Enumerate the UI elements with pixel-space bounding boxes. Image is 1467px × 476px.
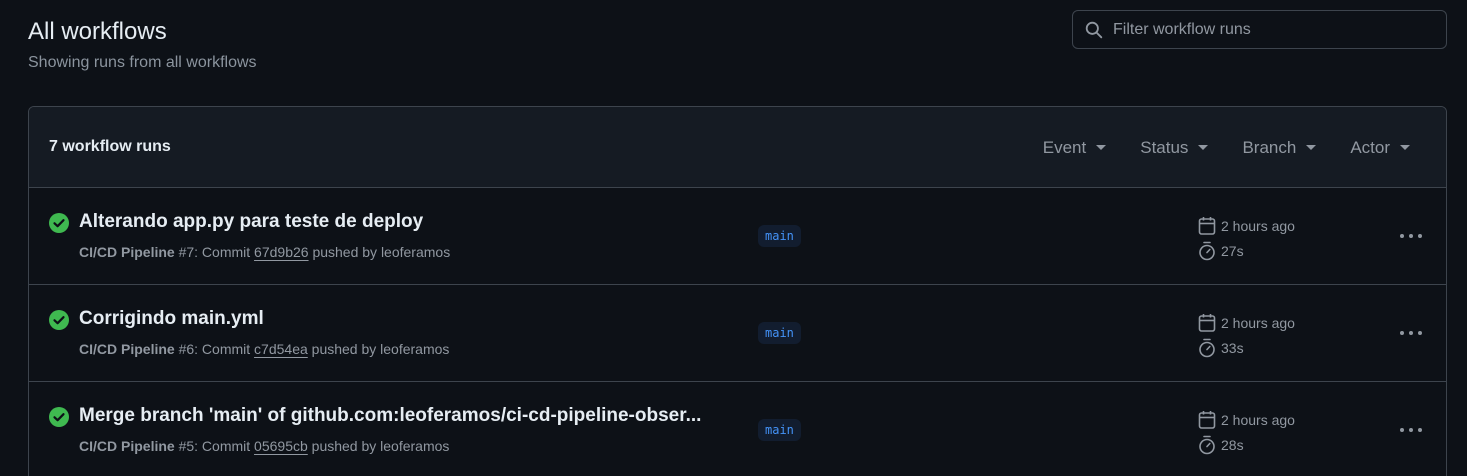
branch-label[interactable]: main — [758, 322, 801, 344]
run-duration: 27s — [1198, 241, 1244, 261]
pushed-by: pushed by leoferamos — [307, 438, 450, 454]
filter-runs-input[interactable] — [1113, 20, 1433, 39]
run-duration-text: 28s — [1221, 437, 1244, 453]
page-subtitle: Showing runs from all workflows — [28, 54, 257, 71]
workflow-run-row[interactable]: Corrigindo main.yml CI/CD Pipeline #6: C… — [29, 285, 1446, 382]
runs-count: 7 workflow runs — [49, 138, 171, 155]
run-meta: CI/CD Pipeline #5: Commit 05695cb pushed… — [79, 438, 449, 454]
run-duration-text: 27s — [1221, 243, 1244, 259]
chevron-down-icon — [1096, 145, 1107, 150]
kebab-icon[interactable] — [1399, 329, 1423, 337]
filter-box[interactable] — [1072, 10, 1447, 49]
kebab-icon[interactable] — [1399, 426, 1423, 434]
commit-sha-link[interactable]: 67d9b26 — [254, 244, 309, 260]
commit-sha-link[interactable]: 05695cb — [254, 438, 308, 454]
event-filter-label: Event — [1042, 137, 1087, 157]
run-time-text: 2 hours ago — [1221, 315, 1295, 331]
actor-filter-label: Actor — [1350, 137, 1390, 157]
check-circle-icon — [49, 407, 69, 427]
stopwatch-icon — [1199, 338, 1215, 358]
commit-prefix: : Commit — [194, 438, 255, 454]
event-filter-button[interactable]: Event — [1042, 137, 1107, 158]
calendar-icon — [1198, 314, 1216, 332]
workflow-runs-page: All workflows Showing runs from all work… — [0, 0, 1467, 476]
workflow-name: CI/CD Pipeline — [79, 438, 175, 454]
run-duration: 33s — [1198, 338, 1244, 358]
calendar-icon — [1198, 217, 1216, 235]
run-time-text: 2 hours ago — [1221, 412, 1295, 428]
commit-prefix: : Commit — [194, 244, 255, 260]
workflow-runs-list: 7 workflow runs Event Status Branch Acto… — [28, 106, 1447, 476]
run-meta: CI/CD Pipeline #7: Commit 67d9b26 pushed… — [79, 244, 450, 260]
calendar-icon — [1198, 411, 1216, 429]
run-time: 2 hours ago — [1198, 216, 1295, 236]
chevron-down-icon — [1306, 145, 1317, 150]
run-title-link[interactable]: Corrigindo main.yml — [79, 308, 264, 330]
run-number: #6 — [178, 341, 195, 357]
workflow-run-row[interactable]: Alterando app.py para teste de deploy CI… — [29, 188, 1446, 285]
actor-filter-button[interactable]: Actor — [1350, 138, 1410, 158]
pushed-by: pushed by leoferamos — [308, 244, 451, 260]
run-time: 2 hours ago — [1198, 313, 1295, 333]
check-circle-icon — [49, 213, 69, 233]
search-icon — [1085, 21, 1103, 38]
workflow-run-row[interactable]: Merge branch 'main' of github.com:leofer… — [29, 382, 1446, 476]
run-duration: 28s — [1198, 435, 1244, 455]
status-filter-button[interactable]: Status — [1140, 137, 1209, 158]
workflow-name: CI/CD Pipeline — [79, 341, 175, 357]
run-time: 2 hours ago — [1198, 410, 1295, 430]
run-meta: CI/CD Pipeline #6: Commit c7d54ea pushed… — [79, 341, 449, 357]
kebab-icon[interactable] — [1399, 232, 1423, 240]
commit-prefix: : Commit — [194, 341, 255, 357]
runs-filters: Event Status Branch Actor — [1043, 107, 1446, 188]
run-number: #5 — [178, 438, 195, 454]
run-title-link[interactable]: Merge branch 'main' of github.com:leofer… — [79, 405, 701, 427]
chevron-down-icon — [1198, 145, 1209, 150]
branch-label[interactable]: main — [758, 225, 801, 247]
branch-label[interactable]: main — [758, 419, 801, 441]
stopwatch-icon — [1199, 435, 1215, 455]
workflow-name: CI/CD Pipeline — [79, 244, 175, 260]
stopwatch-icon — [1199, 241, 1215, 261]
runs-list-header: 7 workflow runs Event Status Branch Acto… — [29, 107, 1446, 188]
run-number: #7 — [178, 244, 195, 260]
chevron-down-icon — [1400, 145, 1410, 150]
commit-sha-link[interactable]: c7d54ea — [254, 341, 308, 357]
status-filter-label: Status — [1140, 137, 1189, 157]
branch-filter-label: Branch — [1242, 137, 1297, 157]
run-time-text: 2 hours ago — [1221, 218, 1295, 234]
branch-filter-button[interactable]: Branch — [1242, 137, 1317, 158]
run-title-link[interactable]: Alterando app.py para teste de deploy — [79, 211, 423, 233]
run-duration-text: 33s — [1221, 340, 1244, 356]
page-title: All workflows — [28, 18, 167, 45]
check-circle-icon — [49, 310, 69, 330]
pushed-by: pushed by leoferamos — [307, 341, 450, 357]
